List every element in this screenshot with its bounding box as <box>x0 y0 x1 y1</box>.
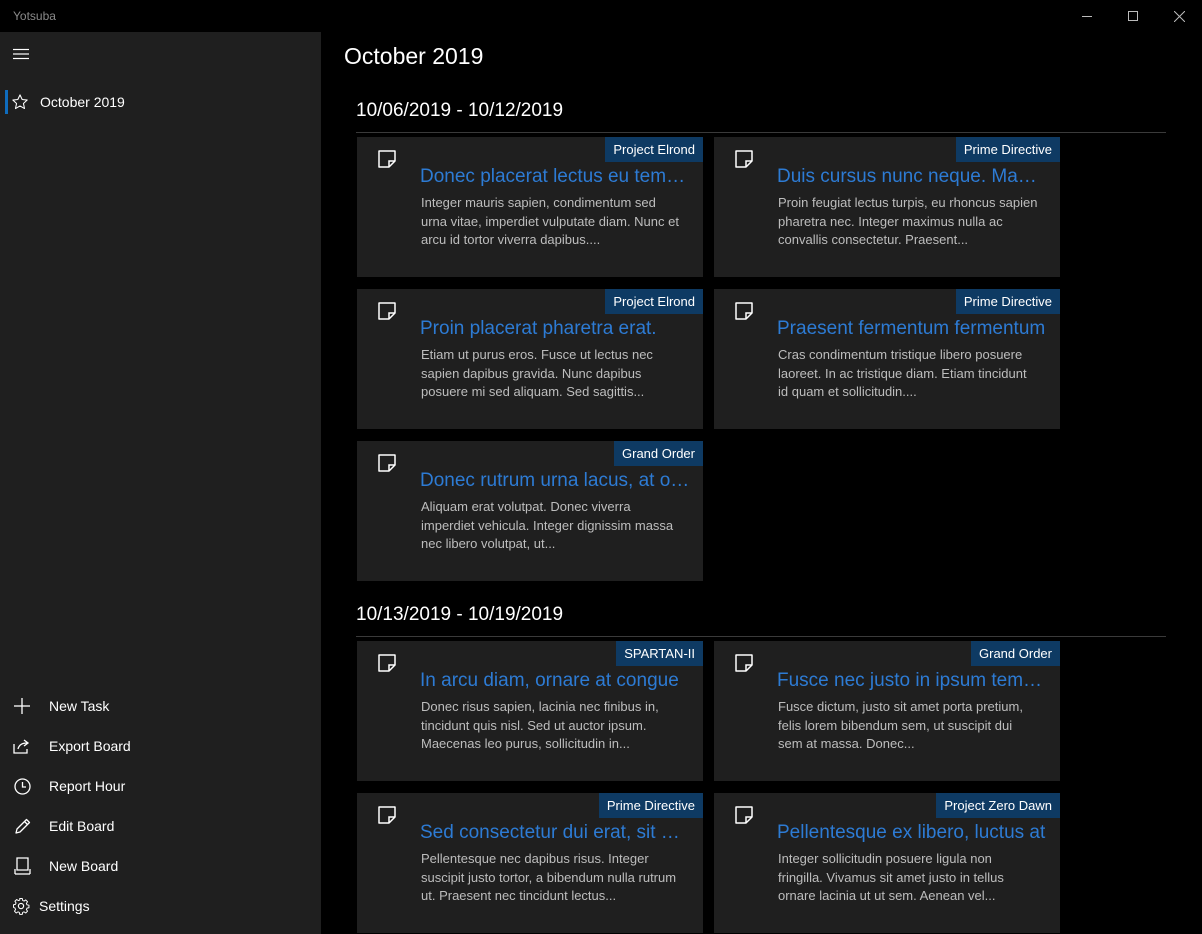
project-tag: SPARTAN-II <box>616 641 703 666</box>
task-card[interactable]: Prime Directive Duis cursus nunc neque. … <box>714 137 1060 277</box>
card-title: In arcu diam, ornare at congue <box>420 670 679 691</box>
settings-label: Settings <box>39 898 90 914</box>
minimize-button[interactable] <box>1064 0 1110 32</box>
card-title: Donec rutrum urna lacus, at ornare <box>420 470 690 491</box>
card-title: Duis cursus nunc neque. Mauris <box>777 166 1047 187</box>
week-header: 10/13/2019 - 10/19/2019 <box>356 604 564 625</box>
card-body: Pellentesque nec dapibus risus. Integer … <box>421 851 677 903</box>
project-tag: Prime Directive <box>955 137 1060 162</box>
project-tag: Project Elrond <box>605 289 703 314</box>
maximize-icon <box>1128 11 1138 21</box>
edit-board-label: Edit Board <box>49 818 115 834</box>
share-icon <box>0 726 44 766</box>
task-card[interactable]: Prime Directive Praesent fermentum ferme… <box>714 289 1060 429</box>
card-title: Fusce nec justo in ipsum tempus <box>777 670 1047 691</box>
task-card[interactable]: Project Zero Dawn Pellentesque ex libero… <box>714 793 1060 933</box>
note-icon <box>378 454 396 472</box>
settings-button[interactable]: Settings <box>0 886 321 926</box>
export-board-label: Export Board <box>49 738 131 754</box>
card-body: Proin feugiat lectus turpis, eu rhoncus … <box>778 195 1038 247</box>
note-icon <box>735 302 753 320</box>
task-card[interactable]: Grand Order Donec rutrum urna lacus, at … <box>357 441 703 581</box>
new-task-button[interactable]: New Task <box>0 686 321 726</box>
project-tag: Prime Directive <box>598 793 703 818</box>
hamburger-icon <box>13 48 29 60</box>
card-body: Fusce dictum, justo sit amet porta preti… <box>778 699 1023 751</box>
pencil-icon <box>0 806 44 846</box>
card-body: Etiam ut purus eros. Fusce ut lectus nec… <box>421 347 653 399</box>
clock-icon <box>0 766 44 806</box>
close-button[interactable] <box>1156 0 1202 32</box>
project-tag: Grand Order <box>614 441 703 466</box>
board-view: October 2019 10/06/2019 - 10/12/2019 Pro… <box>321 32 1202 934</box>
task-card[interactable]: Prime Directive Sed consectetur dui erat… <box>357 793 703 933</box>
new-task-label: New Task <box>49 698 110 714</box>
note-icon <box>378 302 396 320</box>
project-tag: Grand Order <box>971 641 1060 666</box>
card-title: Proin placerat pharetra erat. <box>420 318 657 339</box>
gear-icon <box>0 886 42 926</box>
card-title: Pellentesque ex libero, luctus at <box>777 822 1046 843</box>
title-bar: Yotsuba <box>0 0 1202 32</box>
project-tag: Prime Directive <box>955 289 1060 314</box>
maximize-button[interactable] <box>1110 0 1156 32</box>
week-header: 10/06/2019 - 10/12/2019 <box>356 100 564 121</box>
new-board-label: New Board <box>49 858 119 874</box>
close-icon <box>1173 10 1185 22</box>
task-card[interactable]: Project Elrond Donec placerat lectus eu … <box>357 137 703 277</box>
edit-board-button[interactable]: Edit Board <box>0 806 321 846</box>
card-body: Donec risus sapien, lacinia nec finibus … <box>421 699 659 751</box>
report-hour-label: Report Hour <box>49 778 126 794</box>
new-board-button[interactable]: New Board <box>0 846 321 886</box>
export-board-button[interactable]: Export Board <box>0 726 321 766</box>
note-icon <box>735 806 753 824</box>
card-body: Aliquam erat volutpat. Donec viverra imp… <box>421 499 674 551</box>
note-icon <box>378 150 396 168</box>
new-board-icon <box>0 846 44 886</box>
sidebar-item-label: October 2019 <box>40 94 125 110</box>
card-body: Integer sollicitudin posuere ligula non … <box>778 851 1004 903</box>
window-title: Yotsuba <box>13 9 56 23</box>
card-title: Praesent fermentum fermentum <box>777 318 1046 339</box>
plus-icon <box>0 686 44 726</box>
card-title: Sed consectetur dui erat, sit amet <box>420 822 690 843</box>
week-divider <box>356 636 1166 637</box>
task-card[interactable]: SPARTAN-II In arcu diam, ornare at congu… <box>357 641 703 781</box>
note-icon <box>378 654 396 672</box>
sidebar-item-october-2019[interactable]: October 2019 <box>0 82 321 122</box>
note-icon <box>378 806 396 824</box>
hamburger-button[interactable] <box>0 34 42 74</box>
note-icon <box>735 654 753 672</box>
card-title: Donec placerat lectus eu tempor <box>420 166 690 187</box>
project-tag: Project Zero Dawn <box>936 793 1060 818</box>
note-icon <box>735 150 753 168</box>
card-body: Integer mauris sapien, condimentum sed u… <box>421 195 679 247</box>
task-card[interactable]: Project Elrond Proin placerat pharetra e… <box>357 289 703 429</box>
week-divider <box>356 132 1166 133</box>
report-hour-button[interactable]: Report Hour <box>0 766 321 806</box>
sidebar: October 2019 New Task Export Board Repor… <box>0 32 321 934</box>
card-body: Cras condimentum tristique libero posuer… <box>778 347 1027 399</box>
project-tag: Project Elrond <box>605 137 703 162</box>
page-title: October 2019 <box>344 43 484 69</box>
task-card[interactable]: Grand Order Fusce nec justo in ipsum tem… <box>714 641 1060 781</box>
star-icon <box>0 82 40 122</box>
minimize-icon <box>1082 16 1092 17</box>
